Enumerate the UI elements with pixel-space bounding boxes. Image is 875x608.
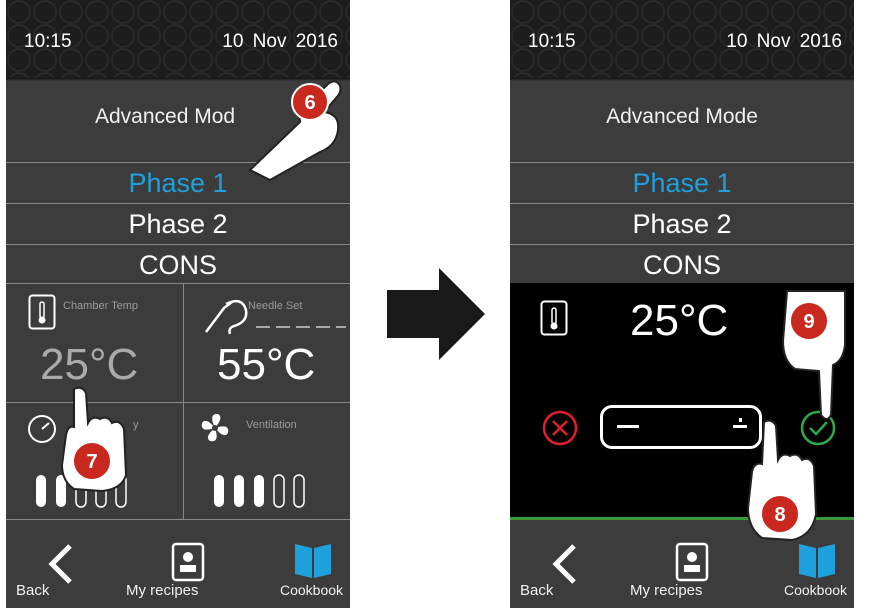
- ventilation-tile[interactable]: Ventilation: [184, 403, 350, 519]
- my-recipes-button[interactable]: My recipes: [126, 582, 199, 599]
- status-time: 10:15: [528, 31, 576, 52]
- back-button[interactable]: Back: [520, 582, 553, 599]
- needle-set-label: Needle Set: [248, 300, 303, 312]
- phase-2-row[interactable]: Phase 2: [510, 203, 854, 244]
- cons-row[interactable]: CONS: [6, 244, 350, 285]
- minus-icon[interactable]: [617, 425, 639, 428]
- mode-title: Advanced Mod: [95, 105, 236, 128]
- cons-row[interactable]: CONS: [510, 244, 854, 285]
- needle-progress-indicator: [256, 326, 346, 328]
- needle-set-tile[interactable]: Needle Set 55°C: [184, 284, 350, 402]
- tap-hand-8-icon: 8: [746, 419, 818, 542]
- status-bar: 10:15 10 Nov 2016: [6, 0, 350, 78]
- status-date: 10 Nov 2016: [726, 31, 842, 52]
- needle-set-value: 55°C: [217, 340, 316, 389]
- tap-hand-6-icon: 6: [248, 80, 342, 182]
- tap-hand-9-icon: 9: [781, 290, 846, 420]
- recipes-icon[interactable]: [675, 542, 709, 582]
- ventilation-label: Ventilation: [246, 419, 297, 431]
- callout-6: 6: [304, 92, 315, 114]
- callout-8: 8: [774, 504, 785, 526]
- recipes-icon[interactable]: [171, 542, 205, 582]
- setpoint-value: 25°C: [630, 296, 729, 345]
- chamber-temp-label: Chamber Temp: [63, 300, 138, 312]
- back-button[interactable]: Back: [16, 582, 49, 599]
- chamber-temp-value: 25°C: [40, 340, 139, 389]
- needle-probe-icon: [205, 299, 248, 335]
- phase-2-row[interactable]: Phase 2: [6, 203, 350, 244]
- thermometer-icon: [540, 300, 568, 336]
- ventilation-level-bars: [214, 474, 305, 508]
- callout-9: 9: [803, 311, 814, 333]
- status-bar: 10:15 10 Nov 2016: [510, 0, 854, 78]
- callout-7: 7: [86, 451, 97, 473]
- thermometer-icon: [28, 294, 56, 330]
- transition-arrow-icon: [387, 268, 485, 360]
- phase-1-row[interactable]: Phase 1: [510, 162, 854, 203]
- cookbook-icon[interactable]: [291, 540, 335, 580]
- my-recipes-button[interactable]: My recipes: [630, 582, 703, 599]
- fan-icon: [201, 413, 229, 442]
- back-chevron-icon[interactable]: [46, 542, 76, 586]
- status-time: 10:15: [24, 31, 72, 52]
- back-chevron-icon[interactable]: [550, 542, 580, 586]
- cancel-icon[interactable]: [540, 408, 580, 448]
- cookbook-button[interactable]: Cookbook: [784, 582, 847, 598]
- cookbook-button[interactable]: Cookbook: [280, 582, 343, 598]
- status-date: 10 Nov 2016: [222, 31, 338, 52]
- mode-title: Advanced Mode: [606, 105, 758, 128]
- tap-hand-7-icon: 7: [60, 386, 128, 493]
